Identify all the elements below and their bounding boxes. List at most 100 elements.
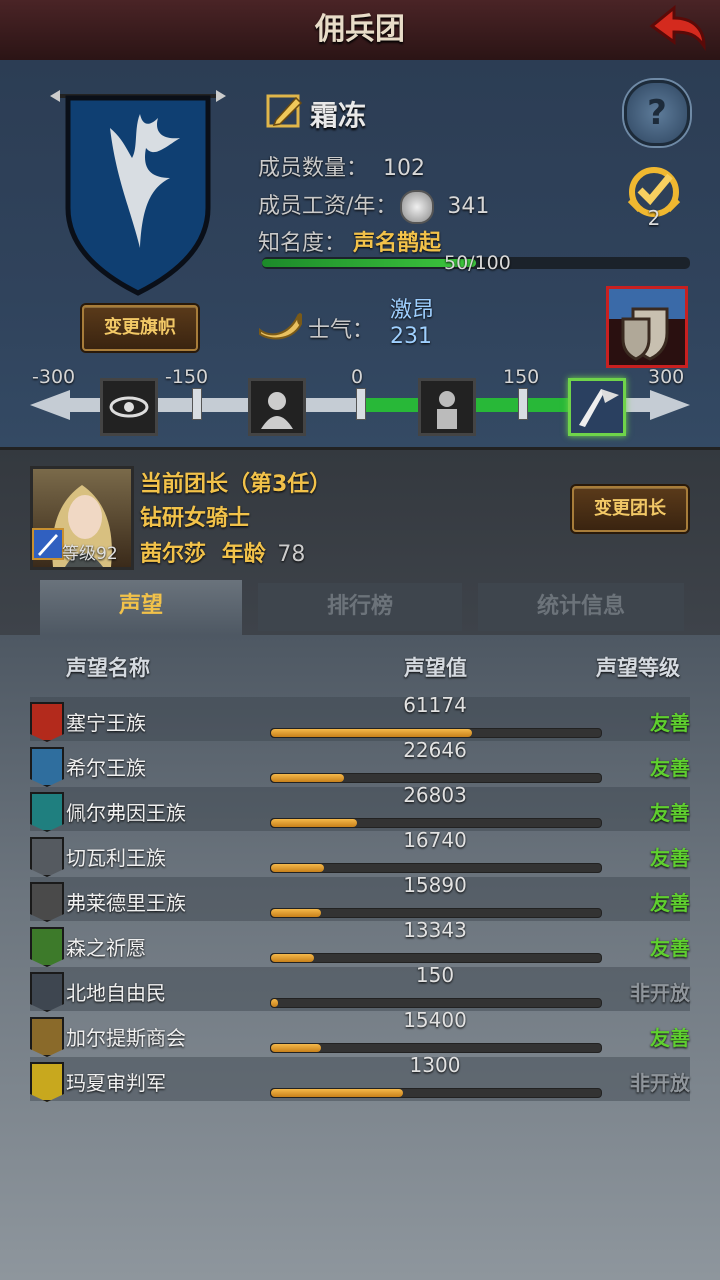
reputation-value: 15890 <box>403 873 467 897</box>
reputation-progress-fill <box>271 819 357 827</box>
morale-tick-label: -300 <box>32 366 76 388</box>
reputation-level: 友善 <box>650 891 690 915</box>
morale-value: 231 <box>390 324 432 349</box>
reputation-progress-bar <box>270 908 602 918</box>
reputation-value: 26803 <box>403 783 467 807</box>
reputation-value: 15400 <box>403 1008 467 1032</box>
leader-info: 茜尔莎 年龄 78 <box>140 536 305 568</box>
leader-title: 当前团长（第3任） <box>140 472 332 497</box>
leader-level: 等级92 <box>62 544 118 564</box>
faction-name: 切瓦利王族 <box>66 846 166 870</box>
change-banner-button[interactable]: 变更旗帜 <box>82 305 198 351</box>
members-label: 成员数量： <box>258 156 369 181</box>
tick-marker <box>518 388 528 420</box>
table-row[interactable]: 加尔提斯商会 15400 友善 <box>30 1008 690 1057</box>
leader-age-label: 年龄 <box>221 542 266 567</box>
page-title: 佣兵团 <box>315 12 405 47</box>
table-row[interactable]: 弗莱德里王族 15890 友善 <box>30 873 690 922</box>
reputation-progress-bar <box>270 1088 602 1098</box>
reputation-progress-fill <box>271 864 324 872</box>
shield-wall-skill-icon[interactable] <box>606 286 688 368</box>
reputation-level: 非开放 <box>630 981 690 1005</box>
reputation-progress-bar <box>270 818 602 828</box>
reputation-value: 22646 <box>403 738 467 762</box>
guild-name: 霜冻 <box>310 99 367 132</box>
change-leader-button[interactable]: 变更团长 <box>572 486 688 532</box>
wage-label: 成员工资/年： <box>258 194 398 219</box>
column-header-name: 声望名称 <box>66 656 150 680</box>
faction-name: 希尔王族 <box>66 756 146 780</box>
faction-emblem-icon <box>30 882 64 922</box>
table-row[interactable]: 玛夏审判军 1300 非开放 <box>30 1053 690 1102</box>
wage-value: 341 <box>447 194 490 219</box>
reputation-value: 13343 <box>403 918 467 942</box>
edit-name-icon[interactable] <box>266 92 304 130</box>
table-row[interactable]: 切瓦利王族 16740 友善 <box>30 828 690 877</box>
leader-class: 钻研女骑士 <box>140 506 251 531</box>
charge-morale-icon[interactable] <box>568 378 626 436</box>
morale-label: 士气： <box>308 318 375 343</box>
faction-emblem-icon <box>30 702 64 742</box>
reputation-progress-bar <box>270 1043 602 1053</box>
reputation-progress-bar <box>270 953 602 963</box>
morale-tick-label: 150 <box>503 366 540 388</box>
reputation-progress-bar <box>270 728 602 738</box>
horn-icon <box>258 308 304 342</box>
column-header-value: 声望值 <box>404 656 467 680</box>
faction-emblem-icon <box>30 927 64 967</box>
reputation-value: 1300 <box>409 1053 461 1077</box>
reputation-progress-fill <box>271 1089 403 1097</box>
morale-state: 激昂 <box>390 298 435 323</box>
morale-tick-label: -150 <box>165 366 209 388</box>
back-arrow-icon[interactable] <box>646 4 710 54</box>
eye-morale-icon[interactable] <box>100 378 158 436</box>
faction-emblem-icon <box>30 1062 64 1102</box>
reputation-progress-bar <box>270 998 602 1008</box>
faction-name: 森之祈愿 <box>66 936 146 960</box>
fame-value: 声名鹊起 <box>353 231 442 256</box>
tick-marker <box>356 388 366 420</box>
reputation-progress-fill <box>271 1044 321 1052</box>
faction-emblem-icon <box>30 792 64 832</box>
faction-emblem-icon <box>30 837 64 877</box>
tick-marker <box>192 388 202 420</box>
reputation-level: 友善 <box>650 756 690 780</box>
quest-badge-count: 2 <box>647 206 661 230</box>
tab-ranking[interactable]: 排行榜 <box>258 583 462 631</box>
reputation-progress-fill <box>271 999 278 1007</box>
morale-tick-label: 0 <box>351 366 364 388</box>
wage-row: 成员工资/年： 341 <box>258 188 489 224</box>
table-row[interactable]: 佩尔弗因王族 26803 友善 <box>30 783 690 832</box>
reputation-progress-fill <box>271 954 314 962</box>
reputation-value: 61174 <box>403 693 467 717</box>
faction-emblem-icon <box>30 747 64 787</box>
faction-name: 北地自由民 <box>66 981 166 1005</box>
reputation-level: 友善 <box>650 846 690 870</box>
tab-reputation[interactable]: 声望 <box>40 580 242 635</box>
table-row[interactable]: 希尔王族 22646 友善 <box>30 738 690 787</box>
tab-statistics[interactable]: 统计信息 <box>478 583 684 631</box>
table-row[interactable]: 森之祈愿 13343 友善 <box>30 918 690 967</box>
reputation-level: 友善 <box>650 711 690 735</box>
leader-age-value: 78 <box>277 542 306 567</box>
despair-morale-icon[interactable] <box>248 378 306 436</box>
reputation-progress-fill <box>271 774 344 782</box>
faction-name: 玛夏审判军 <box>66 1071 166 1095</box>
fame-row: 知名度： 声名鹊起 <box>258 225 441 257</box>
leader-name: 茜尔莎 <box>140 542 207 567</box>
guild-banner <box>50 88 226 298</box>
help-icon[interactable]: ? <box>624 80 690 146</box>
members-row: 成员数量： 102 <box>258 150 425 182</box>
calm-morale-icon[interactable] <box>418 378 476 436</box>
column-header-level: 声望等级 <box>596 656 680 680</box>
reputation-level: 友善 <box>650 801 690 825</box>
reputation-progress-fill <box>271 729 472 737</box>
table-row[interactable]: 北地自由民 150 非开放 <box>30 963 690 1012</box>
faction-emblem-icon <box>30 972 64 1012</box>
faction-emblem-icon <box>30 1017 64 1057</box>
faction-name: 塞宁王族 <box>66 711 146 735</box>
reputation-value: 16740 <box>403 828 467 852</box>
morale-tick-label: 300 <box>648 366 685 388</box>
members-value: 102 <box>383 156 426 181</box>
table-row[interactable]: 塞宁王族 61174 友善 <box>30 693 690 742</box>
